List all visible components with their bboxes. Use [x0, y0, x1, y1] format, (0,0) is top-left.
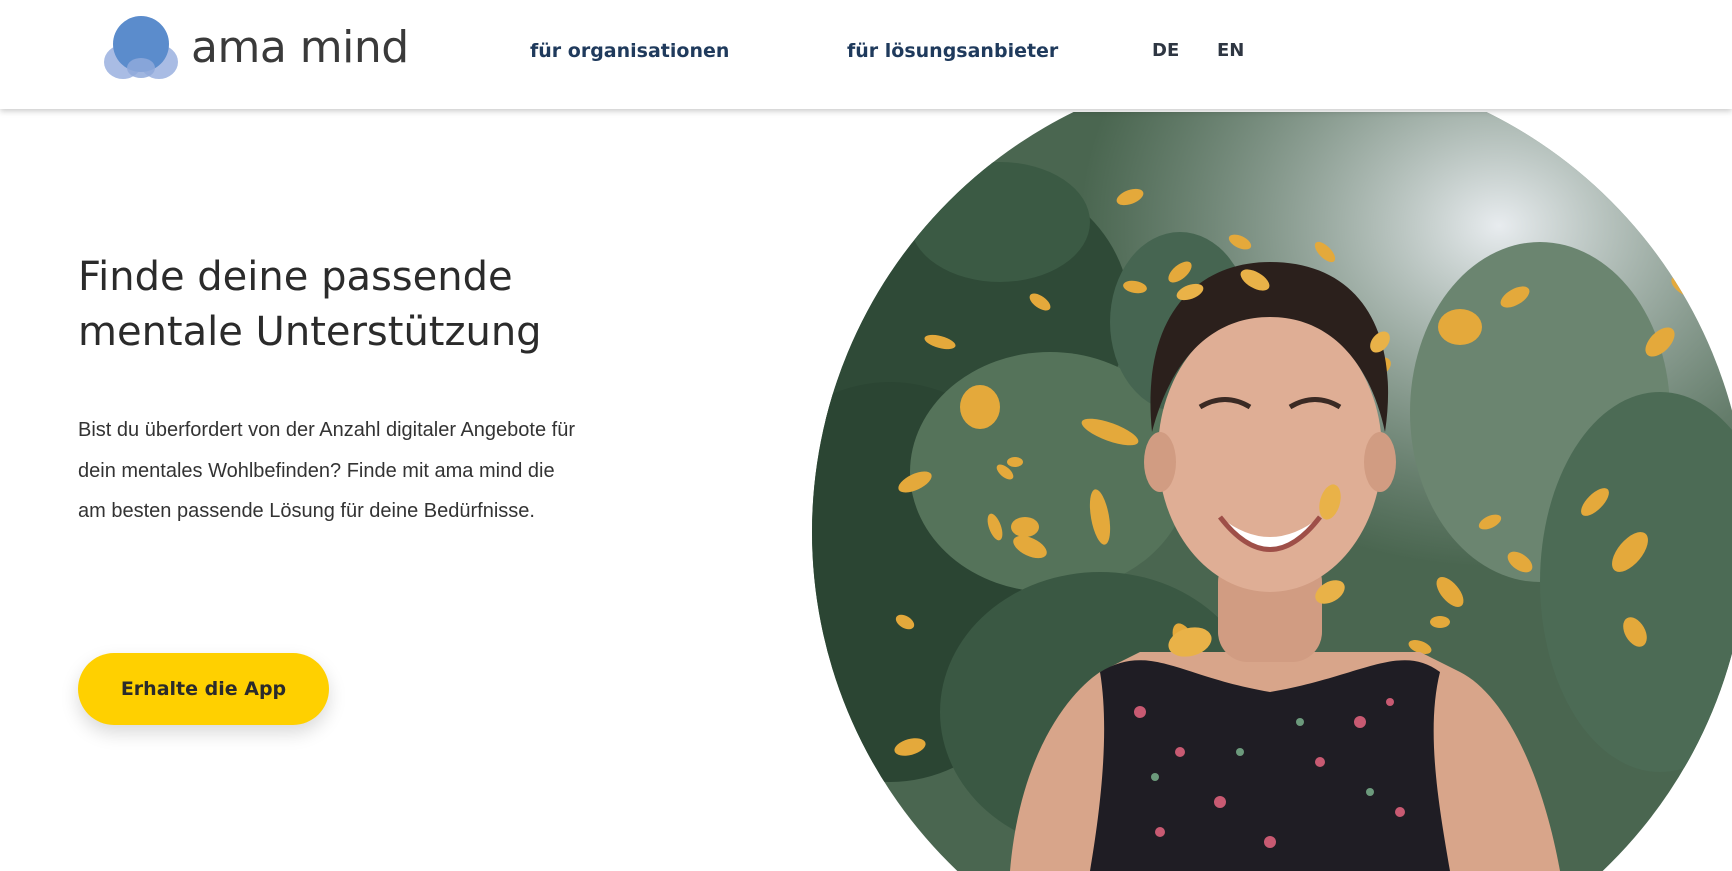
hero-photo-woman-sunflowers: [812, 112, 1732, 871]
headline-line-2: mentale Unterstützung: [78, 309, 542, 355]
site-header: ama mind für organisationen für lösungsa…: [0, 0, 1732, 109]
nav-link-organisationen[interactable]: für organisationen: [530, 40, 729, 62]
logo-text: ama mind: [191, 22, 409, 73]
language-de[interactable]: DE: [1152, 40, 1179, 61]
hero-intro-text: Bist du überfordert von der Anzahl digit…: [78, 419, 575, 522]
logo-mark-icon: [104, 16, 178, 79]
nav-link-loesungsanbieter[interactable]: für lösungsanbieter: [847, 40, 1058, 62]
language-en[interactable]: EN: [1217, 40, 1244, 61]
hero-headline: Finde deine passende mentale Unterstützu…: [78, 250, 698, 360]
logo-link[interactable]: ama mind: [103, 14, 409, 82]
headline-line-1: Finde deine passende: [78, 254, 513, 300]
get-app-button[interactable]: Erhalte die App: [78, 653, 329, 725]
